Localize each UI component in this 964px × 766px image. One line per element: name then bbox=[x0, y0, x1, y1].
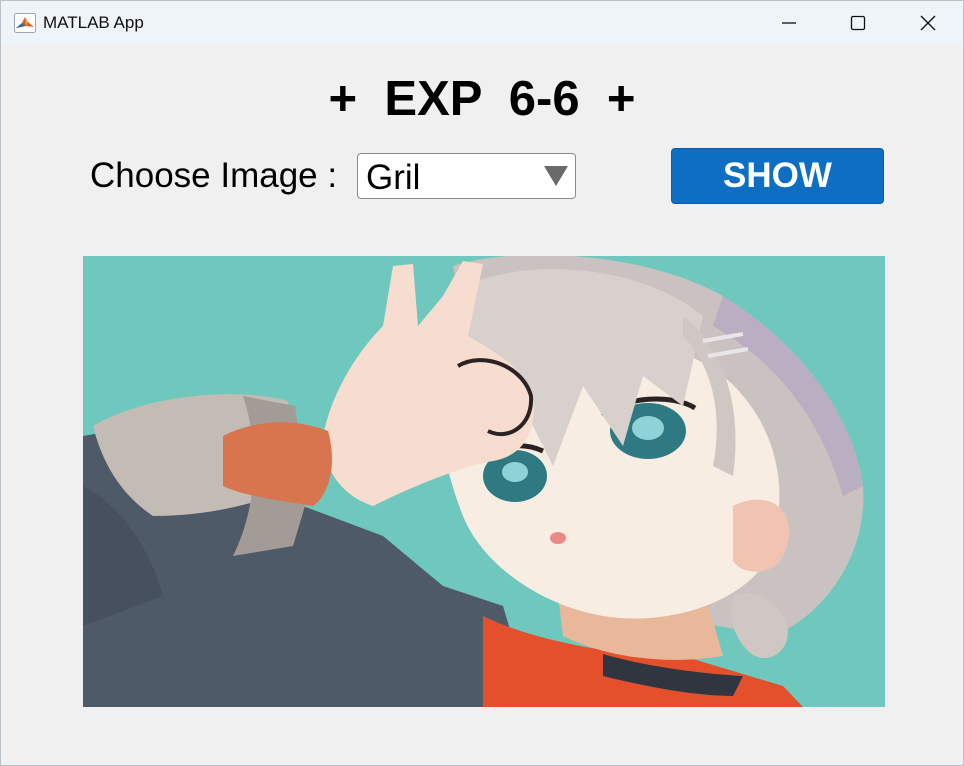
anime-girl-illustration bbox=[83, 256, 885, 707]
app-window: MATLAB App + EXP 6-6 + Choose Image : Gr… bbox=[0, 0, 964, 766]
triangle-down-icon bbox=[544, 166, 568, 186]
dropdown-selected-value: Gril bbox=[366, 158, 421, 197]
minimize-icon bbox=[782, 22, 796, 24]
minimize-button[interactable] bbox=[754, 1, 824, 45]
page-title: + EXP 6-6 + bbox=[328, 72, 636, 126]
show-button[interactable]: SHOW bbox=[671, 148, 884, 204]
close-icon bbox=[920, 15, 936, 31]
maximize-icon bbox=[850, 15, 866, 31]
matlab-logo-icon bbox=[14, 13, 36, 33]
image-display bbox=[83, 256, 885, 707]
maximize-button[interactable] bbox=[823, 1, 893, 45]
title-bar[interactable]: MATLAB App bbox=[1, 1, 963, 45]
close-button[interactable] bbox=[893, 1, 963, 45]
window-title: MATLAB App bbox=[43, 13, 144, 32]
choose-image-label: Choose Image : bbox=[90, 156, 338, 195]
image-select-dropdown[interactable]: Gril bbox=[357, 153, 576, 199]
